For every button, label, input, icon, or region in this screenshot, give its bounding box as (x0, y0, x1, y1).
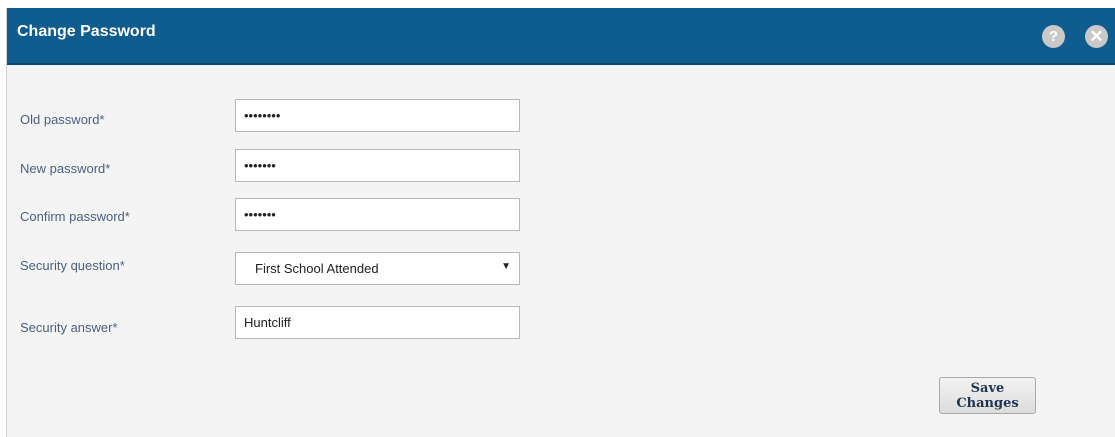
security-question-label: Security question* (20, 258, 125, 273)
new-password-label: New password* (20, 161, 111, 176)
security-answer-field[interactable] (235, 306, 520, 339)
security-question-value: First School Attended (255, 261, 379, 276)
close-icon[interactable]: ✕ (1085, 25, 1108, 48)
confirm-password-label: Confirm password* (20, 209, 130, 224)
old-password-field[interactable] (235, 99, 520, 132)
confirm-password-field[interactable] (235, 198, 520, 231)
help-icon[interactable]: ? (1042, 25, 1065, 48)
dialog-title: Change Password (17, 23, 156, 40)
new-password-field[interactable] (235, 149, 520, 182)
security-answer-label: Security answer* (20, 320, 118, 335)
security-question-select[interactable]: First School Attended ▼ (235, 252, 520, 285)
dropdown-arrow-icon: ▼ (501, 261, 511, 272)
save-changes-button[interactable]: Save Changes (939, 377, 1036, 414)
old-password-label: Old password* (20, 112, 105, 127)
dialog-titlebar: Change Password ? ✕ (7, 8, 1115, 65)
change-password-dialog: Change Password ? ✕ Old password* New pa… (6, 8, 1115, 437)
